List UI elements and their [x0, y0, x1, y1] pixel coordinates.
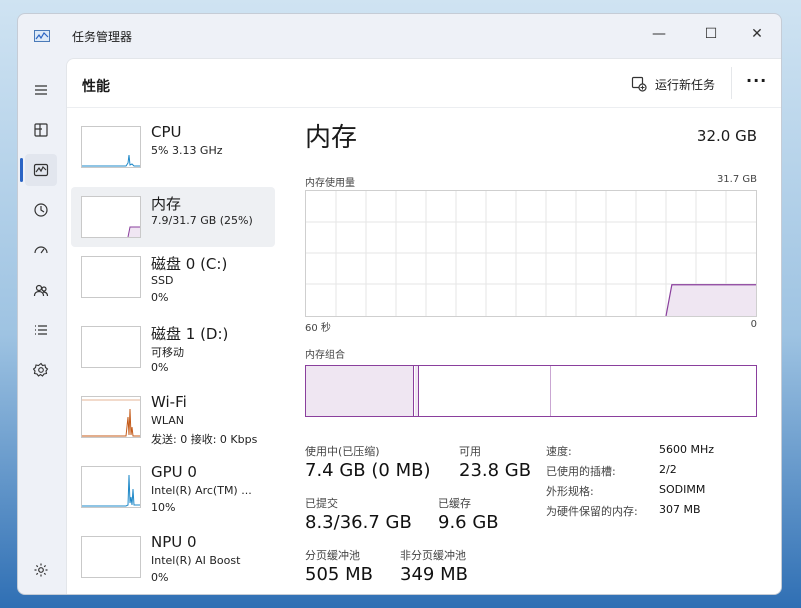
graph-time-right: 0	[750, 319, 757, 330]
task-manager-window: 任务管理器 — ☐ ✕ 性能 运行新任务 ··· CPU 5% 3.13 GHz…	[17, 13, 782, 595]
users-icon[interactable]	[25, 274, 57, 306]
run-task-label: 运行新任务	[655, 77, 716, 92]
device-item-memory[interactable]: 内存 7.9/31.7 GB (25%)	[71, 187, 275, 247]
run-task-icon	[631, 76, 647, 92]
paged-pool-label: 分页缓冲池	[305, 549, 360, 562]
memory-usage-area	[666, 284, 756, 316]
device-name: NPU 0	[151, 533, 197, 551]
spec-speed-value: 5600 MHz	[659, 443, 715, 456]
active-nav-indicator	[20, 158, 23, 182]
available-label: 可用	[459, 445, 481, 458]
device-item-cpu[interactable]: CPU 5% 3.13 GHz	[71, 117, 275, 177]
watermark-text: 什么值得买	[663, 571, 748, 591]
device-usage: 10%	[151, 501, 176, 514]
graph-time-left: 60 秒	[305, 323, 331, 334]
settings-icon[interactable]	[25, 554, 57, 586]
gpu-thumbnail	[81, 466, 141, 508]
device-detail: Intel(R) AI Boost	[151, 554, 241, 567]
page-title: 性能	[82, 79, 110, 95]
services-icon[interactable]	[25, 354, 57, 386]
device-detail: WLAN	[151, 414, 185, 427]
composition-modified	[415, 366, 419, 416]
run-new-task-button[interactable]: 运行新任务	[631, 73, 715, 95]
in-use-label: 使用中(已压缩)	[305, 445, 380, 458]
device-usage: 0%	[151, 361, 169, 374]
composition-in-use	[306, 366, 414, 416]
in-use-value: 7.4 GB (0 MB)	[305, 460, 431, 481]
window-title: 任务管理器	[72, 30, 133, 44]
watermark-logo-icon	[633, 567, 657, 590]
memory-title: 内存	[305, 123, 358, 153]
device-detail: 可移动	[151, 346, 184, 359]
minimize-icon: —	[652, 26, 666, 42]
device-name: 磁盘 1 (D:)	[151, 325, 229, 343]
device-name: CPU	[151, 123, 182, 141]
nav-rail	[18, 62, 64, 594]
available-value: 23.8 GB	[459, 460, 532, 481]
composition-standby-divider	[550, 366, 551, 416]
device-detail: 7.9/31.7 GB (25%)	[151, 214, 253, 227]
hamburger-menu-icon[interactable]	[25, 74, 57, 106]
device-item-disk-1[interactable]: 磁盘 1 (D:) 可移动 0%	[71, 317, 275, 377]
spec-slots-value: 2/2	[659, 463, 677, 476]
cached-label: 已缓存	[438, 497, 471, 510]
disk1-thumbnail	[81, 326, 141, 368]
performance-page: 性能 运行新任务 ··· CPU 5% 3.13 GHz 内存 7.9/31.7…	[66, 58, 781, 594]
device-item-disk-0[interactable]: 磁盘 0 (C:) SSD 0%	[71, 247, 275, 307]
spec-speed-label: 速度:	[546, 445, 572, 458]
committed-value: 8.3/36.7 GB	[305, 512, 412, 533]
memory-usage-graph	[305, 190, 757, 317]
close-icon: ✕	[751, 26, 763, 42]
usage-graph-label: 内存使用量	[305, 178, 355, 189]
title-bar: 任务管理器 — ☐ ✕	[18, 14, 781, 58]
disk0-thumbnail	[81, 256, 141, 298]
memory-thumbnail	[81, 196, 141, 238]
spec-form-label: 外形规格:	[546, 485, 594, 498]
composition-label: 内存组合	[305, 350, 345, 361]
device-detail: SSD	[151, 274, 174, 287]
site-watermark: 什么值得买	[633, 566, 748, 591]
device-item-npu[interactable]: NPU 0 Intel(R) AI Boost 0%	[71, 527, 275, 587]
cached-value: 9.6 GB	[438, 512, 499, 533]
details-icon[interactable]	[25, 314, 57, 346]
committed-label: 已提交	[305, 497, 338, 510]
nonpaged-pool-value: 349 MB	[400, 564, 468, 585]
device-detail: 5% 3.13 GHz	[151, 144, 223, 157]
close-button[interactable]: ✕	[734, 20, 780, 48]
memory-composition-bar	[305, 365, 757, 417]
device-item-wifi[interactable]: Wi-Fi WLAN 发送: 0 接收: 0 Kbps	[71, 387, 275, 447]
performance-icon[interactable]	[25, 154, 57, 186]
nonpaged-pool-label: 非分页缓冲池	[400, 549, 466, 562]
device-usage: 发送: 0 接收: 0 Kbps	[151, 433, 258, 446]
device-name: 磁盘 0 (C:)	[151, 255, 228, 273]
wifi-thumbnail	[81, 396, 141, 438]
device-usage: 0%	[151, 571, 169, 584]
maximize-icon: ☐	[704, 26, 718, 42]
task-manager-app-icon	[34, 30, 50, 42]
spec-slots-label: 已使用的插槽:	[546, 465, 616, 478]
app-history-icon[interactable]	[25, 194, 57, 226]
paged-pool-value: 505 MB	[305, 564, 373, 585]
memory-usage-graph-svg	[306, 191, 756, 316]
usage-graph-max: 31.7 GB	[716, 174, 757, 185]
device-name: 内存	[151, 195, 182, 213]
spec-form-value: SODIMM	[659, 483, 706, 496]
device-name: GPU 0	[151, 463, 197, 481]
more-options-button[interactable]: ···	[746, 71, 767, 90]
startup-apps-icon[interactable]	[25, 234, 57, 266]
device-detail: Intel(R) Arc(TM) ...	[151, 484, 252, 497]
memory-total: 32.0 GB	[696, 127, 757, 145]
spec-reserved-value: 307 MB	[659, 503, 701, 516]
processes-icon[interactable]	[25, 114, 57, 146]
device-name: Wi-Fi	[151, 393, 187, 411]
cpu-thumbnail	[81, 126, 141, 168]
maximize-button[interactable]: ☐	[688, 20, 734, 48]
device-item-gpu[interactable]: GPU 0 Intel(R) Arc(TM) ... 10%	[71, 457, 275, 517]
npu-thumbnail	[81, 536, 141, 578]
page-header: 性能 运行新任务 ···	[67, 59, 781, 108]
spec-reserved-label: 为硬件保留的内存:	[546, 505, 638, 518]
header-divider	[731, 67, 732, 99]
device-usage: 0%	[151, 291, 169, 304]
minimize-button[interactable]: —	[636, 20, 682, 48]
